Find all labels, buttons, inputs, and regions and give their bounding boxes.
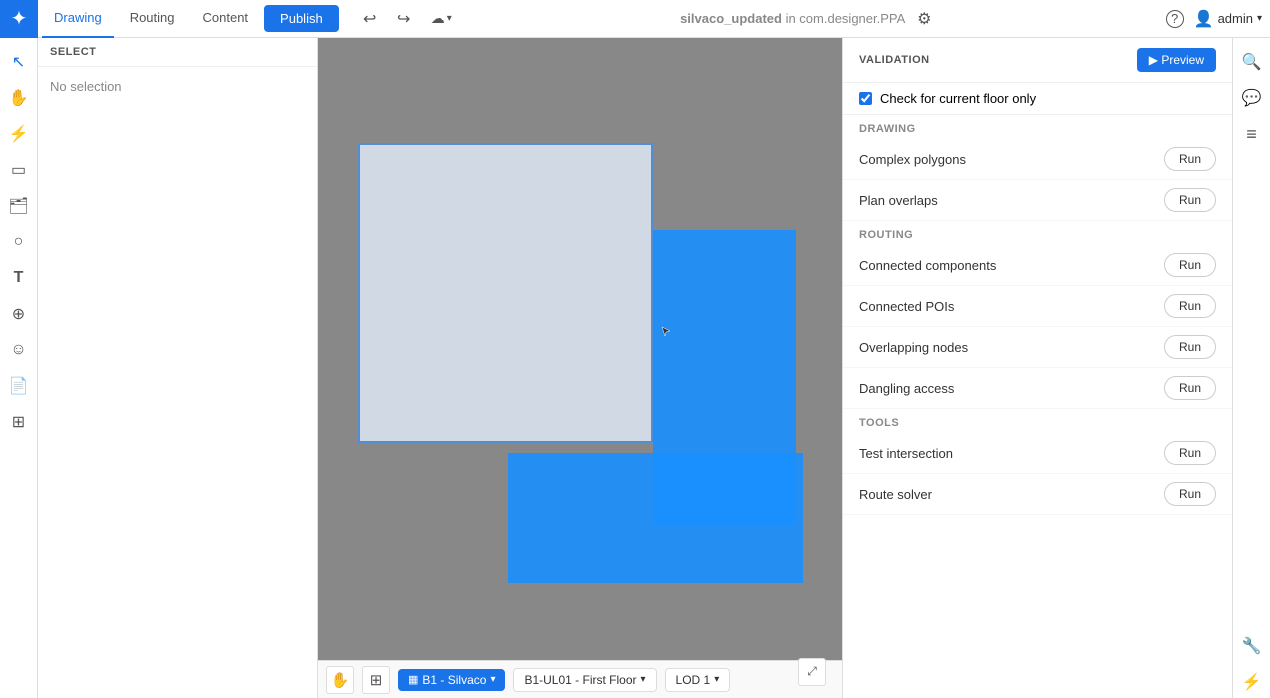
chat-icon-btn[interactable]: 💬 [1236, 82, 1268, 114]
logo-icon: ✦ [11, 6, 28, 31]
validation-row-complex-polygons: Complex polygons Run [843, 139, 1232, 180]
help-button[interactable]: ? [1160, 4, 1190, 34]
lightning-icon-btn[interactable]: ⚡ [1236, 666, 1268, 698]
run-dangling-access-button[interactable]: Run [1164, 376, 1216, 400]
settings-button[interactable]: ⚙ [909, 4, 939, 34]
redo-button[interactable]: ↪ [389, 4, 419, 34]
run-route-solver-button[interactable]: Run [1164, 482, 1216, 506]
cloud-sync-button[interactable]: ☁ ▾ [423, 6, 460, 31]
run-plan-overlaps-button[interactable]: Run [1164, 188, 1216, 212]
tool-circle[interactable]: ○ [3, 226, 35, 258]
tool-select[interactable]: ↖ [3, 46, 35, 78]
list-icon-btn[interactable]: ≡ [1236, 118, 1268, 150]
floor-checkbox-label: Check for current floor only [880, 91, 1036, 106]
run-connected-components-button[interactable]: Run [1164, 253, 1216, 277]
tab-drawing[interactable]: Drawing [42, 0, 114, 38]
validation-panel: VALIDATION ▶ Preview Check for current f… [842, 38, 1232, 698]
shape-light-rectangle[interactable] [358, 143, 653, 443]
validation-row-plan-overlaps: Plan overlaps Run [843, 180, 1232, 221]
validation-row-dangling-access: Dangling access Run [843, 368, 1232, 409]
tool-face[interactable]: ☺ [3, 334, 35, 366]
validation-row-connected-pois: Connected POIs Run [843, 286, 1232, 327]
undo-button[interactable]: ↩ [355, 4, 385, 34]
cloud-icon: ☁ [431, 10, 445, 27]
tool-move[interactable]: ✋ [3, 82, 35, 114]
validation-row-route-solver: Route solver Run [843, 474, 1232, 515]
run-test-intersection-button[interactable]: Run [1164, 441, 1216, 465]
validation-row-connected-components: Connected components Run [843, 245, 1232, 286]
section-drawing: DRAWING [843, 115, 1232, 139]
section-routing: ROUTING [843, 221, 1232, 245]
cloud-chevron-icon: ▾ [447, 13, 452, 24]
left-toolbar: ↖ ✋ ⚡ ▭ 🗂 ○ T ⊕ ☺ 📄 ⊞ [0, 38, 38, 698]
left-panel: SELECT No selection [38, 38, 318, 698]
project-title: silvaco_updated in com.designer.PPA [680, 11, 905, 26]
level-selector-button[interactable]: B1-UL01 - First Floor ▾ [513, 668, 656, 692]
lod-selector-button[interactable]: LOD 1 ▾ [665, 668, 731, 692]
floor-selector-button[interactable]: ▦ B1 - Silvaco ▾ [398, 669, 505, 691]
tool-folder[interactable]: 🗂 [3, 190, 35, 222]
floor-checkbox-row: Check for current floor only [843, 83, 1232, 115]
validation-title: VALIDATION [859, 54, 930, 66]
shape-blue-bottom[interactable] [508, 453, 803, 583]
tab-content[interactable]: Content [191, 0, 261, 38]
run-overlapping-nodes-button[interactable]: Run [1164, 335, 1216, 359]
no-selection-label: No selection [38, 67, 317, 106]
floor-checkbox[interactable] [859, 92, 872, 105]
validation-header: VALIDATION ▶ Preview [843, 38, 1232, 83]
right-toolbar: 🔍 💬 ≡ 🔧 ⚡ [1232, 38, 1270, 698]
search-icon-btn[interactable]: 🔍 [1236, 46, 1268, 78]
validation-row-overlapping-nodes: Overlapping nodes Run [843, 327, 1232, 368]
tool-layers[interactable]: ⊕ [3, 298, 35, 330]
tool-stats[interactable]: ⚡ [3, 118, 35, 150]
tool-doc[interactable]: 📄 [3, 370, 35, 402]
section-tools: TOOLS [843, 409, 1232, 433]
wrench-icon-btn[interactable]: 🔧 [1236, 630, 1268, 662]
main-area: ↖ ✋ ⚡ ▭ 🗂 ○ T ⊕ ☺ 📄 ⊞ SELECT No selectio… [0, 38, 1270, 698]
grid-tool-button[interactable]: ⊞ [362, 666, 390, 694]
run-complex-polygons-button[interactable]: Run [1164, 147, 1216, 171]
expand-button[interactable]: ⤢ [798, 658, 826, 686]
hand-tool-button[interactable]: ✋ [326, 666, 354, 694]
user-avatar-icon: 👤 [1194, 9, 1214, 29]
run-connected-pois-button[interactable]: Run [1164, 294, 1216, 318]
preview-button[interactable]: ▶ Preview [1137, 48, 1216, 72]
tool-stack[interactable]: ⊞ [3, 406, 35, 438]
logo[interactable]: ✦ [0, 0, 38, 38]
panel-header-select: SELECT [38, 38, 317, 67]
tab-routing[interactable]: Routing [118, 0, 187, 38]
tool-text[interactable]: T [3, 262, 35, 294]
publish-button[interactable]: Publish [264, 5, 339, 32]
canvas-bottom-bar: ✋ ⊞ ▦ B1 - Silvaco ▾ B1-UL01 - First Flo… [318, 660, 842, 698]
topbar: ✦ Drawing Routing Content Publish ↩ ↪ ☁ … [0, 0, 1270, 38]
validation-row-test-intersection: Test intersection Run [843, 433, 1232, 474]
canvas-area[interactable]: ✋ ⊞ ▦ B1 - Silvaco ▾ B1-UL01 - First Flo… [318, 38, 842, 698]
floor-building-icon: ▦ [408, 673, 418, 686]
user-menu[interactable]: 👤 admin ▾ [1194, 9, 1262, 29]
tool-rect[interactable]: ▭ [3, 154, 35, 186]
